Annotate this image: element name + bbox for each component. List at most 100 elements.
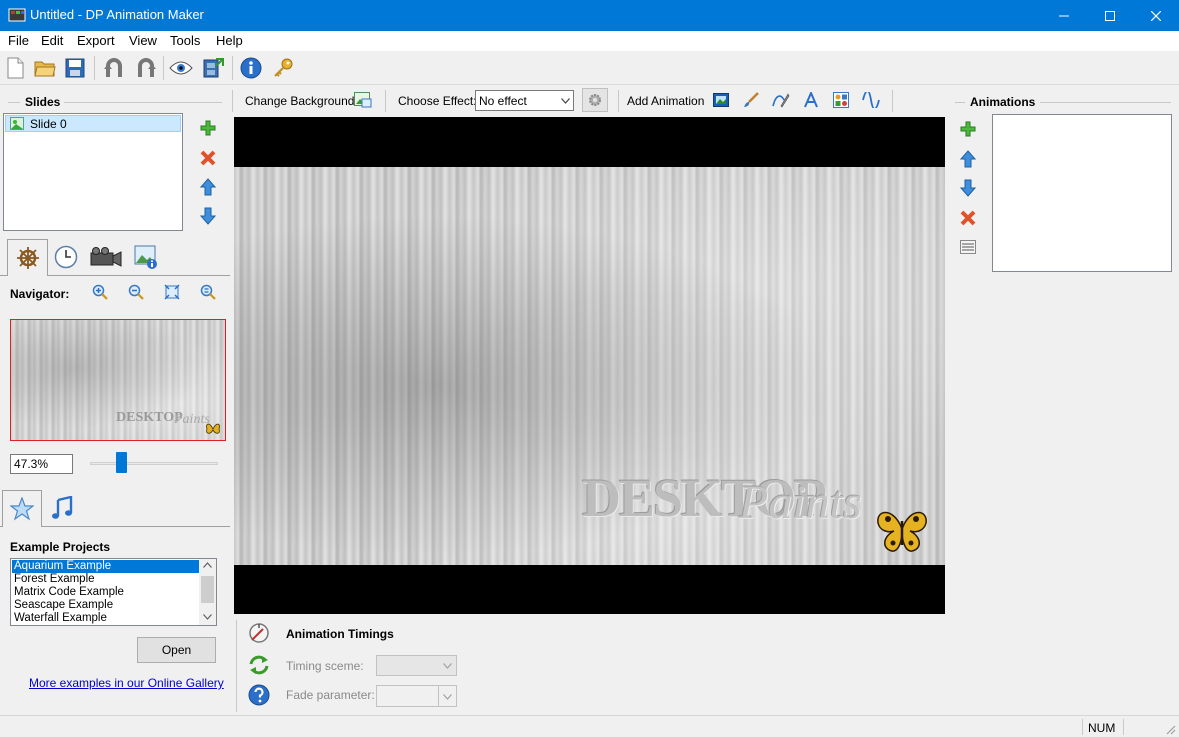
tab-camera[interactable]	[89, 242, 123, 272]
list-item[interactable]: Seascape Example	[12, 599, 199, 612]
toolbar-separator	[94, 56, 95, 80]
divider	[236, 620, 237, 712]
animation-list-button[interactable]	[958, 237, 978, 257]
app-icon	[8, 8, 26, 22]
zoom-level-field[interactable]: 47.3%	[10, 454, 73, 474]
delete-animation-button[interactable]	[958, 208, 978, 228]
move-animation-up-button[interactable]	[958, 149, 978, 169]
zoom-actual-button[interactable]	[198, 282, 218, 302]
list-item[interactable]: Waterfall Example	[12, 612, 199, 625]
preview-button[interactable]	[168, 55, 194, 81]
effect-value: No effect	[479, 94, 527, 108]
canvas-area[interactable]: DESKTOP Paints	[234, 117, 945, 614]
online-gallery-link[interactable]: More examples in our Online Gallery	[29, 676, 224, 690]
effect-settings-button[interactable]	[582, 88, 608, 112]
help-question-icon	[248, 684, 270, 706]
register-button[interactable]	[270, 55, 296, 81]
list-item[interactable]: Slide 0	[5, 115, 181, 132]
move-slide-up-button[interactable]	[198, 177, 218, 197]
timing-scene-select[interactable]	[376, 655, 457, 676]
zoom-in-button[interactable]	[90, 282, 110, 302]
change-background-button[interactable]	[353, 90, 373, 110]
list-item[interactable]: Aquarium Example	[12, 560, 199, 573]
menu-file[interactable]: File	[8, 33, 29, 48]
scroll-down-icon[interactable]	[203, 614, 212, 620]
add-draw-animation-button[interactable]	[771, 90, 791, 110]
zoom-fit-button[interactable]	[162, 282, 182, 302]
toolbar-separator	[385, 90, 386, 112]
slide-thumb-icon	[10, 117, 24, 130]
delete-slide-button[interactable]	[198, 148, 218, 168]
list-item[interactable]: Forest Example	[12, 573, 199, 586]
minimize-button[interactable]	[1041, 0, 1087, 31]
timing-help-button[interactable]	[247, 683, 271, 707]
export-button[interactable]	[200, 55, 226, 81]
menu-edit[interactable]: Edit	[41, 33, 63, 48]
timing-scene-label: Timing sceme:	[286, 659, 364, 673]
new-button[interactable]	[2, 55, 28, 81]
save-button[interactable]	[62, 55, 88, 81]
redo-button[interactable]	[133, 55, 159, 81]
close-button[interactable]	[1133, 0, 1179, 31]
tab-navigator[interactable]	[7, 239, 48, 276]
timing-tool-button[interactable]	[247, 621, 271, 645]
fade-parameter-label: Fade parameter:	[286, 688, 375, 702]
scroll-up-icon[interactable]	[203, 562, 212, 568]
tab-properties[interactable]	[131, 242, 161, 272]
arrow-up-icon	[200, 178, 216, 196]
add-slide-button[interactable]	[198, 118, 218, 138]
about-button[interactable]	[238, 55, 264, 81]
window-title: Untitled - DP Animation Maker	[30, 7, 204, 22]
fade-parameter-select[interactable]	[376, 685, 457, 707]
zoom-slider-track[interactable]	[90, 462, 218, 465]
undo-button[interactable]	[101, 55, 127, 81]
zoom-in-icon	[92, 284, 108, 300]
effect-select[interactable]: No effect	[475, 90, 574, 111]
add-paint-animation-button[interactable]	[741, 90, 761, 110]
add-animation-label: Add Animation	[627, 94, 705, 108]
scroll-thumb[interactable]	[201, 576, 214, 603]
title-bar: Untitled - DP Animation Maker	[0, 0, 1179, 31]
add-wave-animation-button[interactable]	[861, 90, 881, 110]
menu-view[interactable]: View	[129, 33, 157, 48]
list-item[interactable]: Matrix Code Example	[12, 586, 199, 599]
add-image-animation-button[interactable]	[711, 90, 731, 110]
animations-list[interactable]	[992, 114, 1172, 272]
toolbar-separator	[232, 90, 233, 112]
example-projects-list[interactable]: Aquarium Example Forest Example Matrix Cod…	[10, 558, 217, 626]
add-shapes-animation-button[interactable]	[831, 90, 851, 110]
animation-timings-header: Animation Timings	[286, 627, 394, 641]
open-project-button[interactable]: Open	[137, 637, 216, 663]
slides-list[interactable]: Slide 0	[3, 113, 183, 231]
ship-wheel-icon	[16, 247, 39, 269]
add-animation-button[interactable]	[958, 119, 978, 139]
change-background-label[interactable]: Change Background	[245, 94, 354, 108]
tab-timeline[interactable]	[51, 242, 81, 272]
resize-grip-icon[interactable]	[1165, 724, 1176, 735]
main-toolbar	[0, 51, 1179, 85]
zoom-slider-thumb[interactable]	[115, 452, 127, 473]
menu-tools[interactable]: Tools	[170, 33, 200, 48]
refresh-timing-button[interactable]	[247, 653, 271, 677]
list-scrollbar[interactable]	[199, 559, 216, 625]
info-icon	[240, 57, 262, 79]
tab-examples[interactable]	[2, 490, 42, 527]
open-project-label: Open	[161, 643, 192, 657]
shapes-grid-icon	[833, 92, 849, 108]
tab-music[interactable]	[48, 493, 76, 523]
project-rows: Aquarium Example Forest Example Matrix Cod…	[12, 560, 199, 625]
zoom-out-button[interactable]	[126, 282, 146, 302]
eye-icon	[169, 61, 193, 75]
move-slide-down-button[interactable]	[198, 206, 218, 226]
slide-logo-text-2: Paints	[739, 476, 862, 529]
slide-label: Slide 0	[30, 117, 67, 131]
move-animation-down-button[interactable]	[958, 178, 978, 198]
background-image-icon	[354, 92, 372, 108]
menu-export[interactable]: Export	[77, 33, 115, 48]
maximize-button[interactable]	[1087, 0, 1133, 31]
status-divider	[1123, 719, 1124, 735]
open-button[interactable]	[32, 55, 58, 81]
menu-help[interactable]: Help	[216, 33, 243, 48]
add-text-animation-button[interactable]	[801, 90, 821, 110]
navigator-preview[interactable]: DESKTOP Paints	[10, 319, 226, 441]
